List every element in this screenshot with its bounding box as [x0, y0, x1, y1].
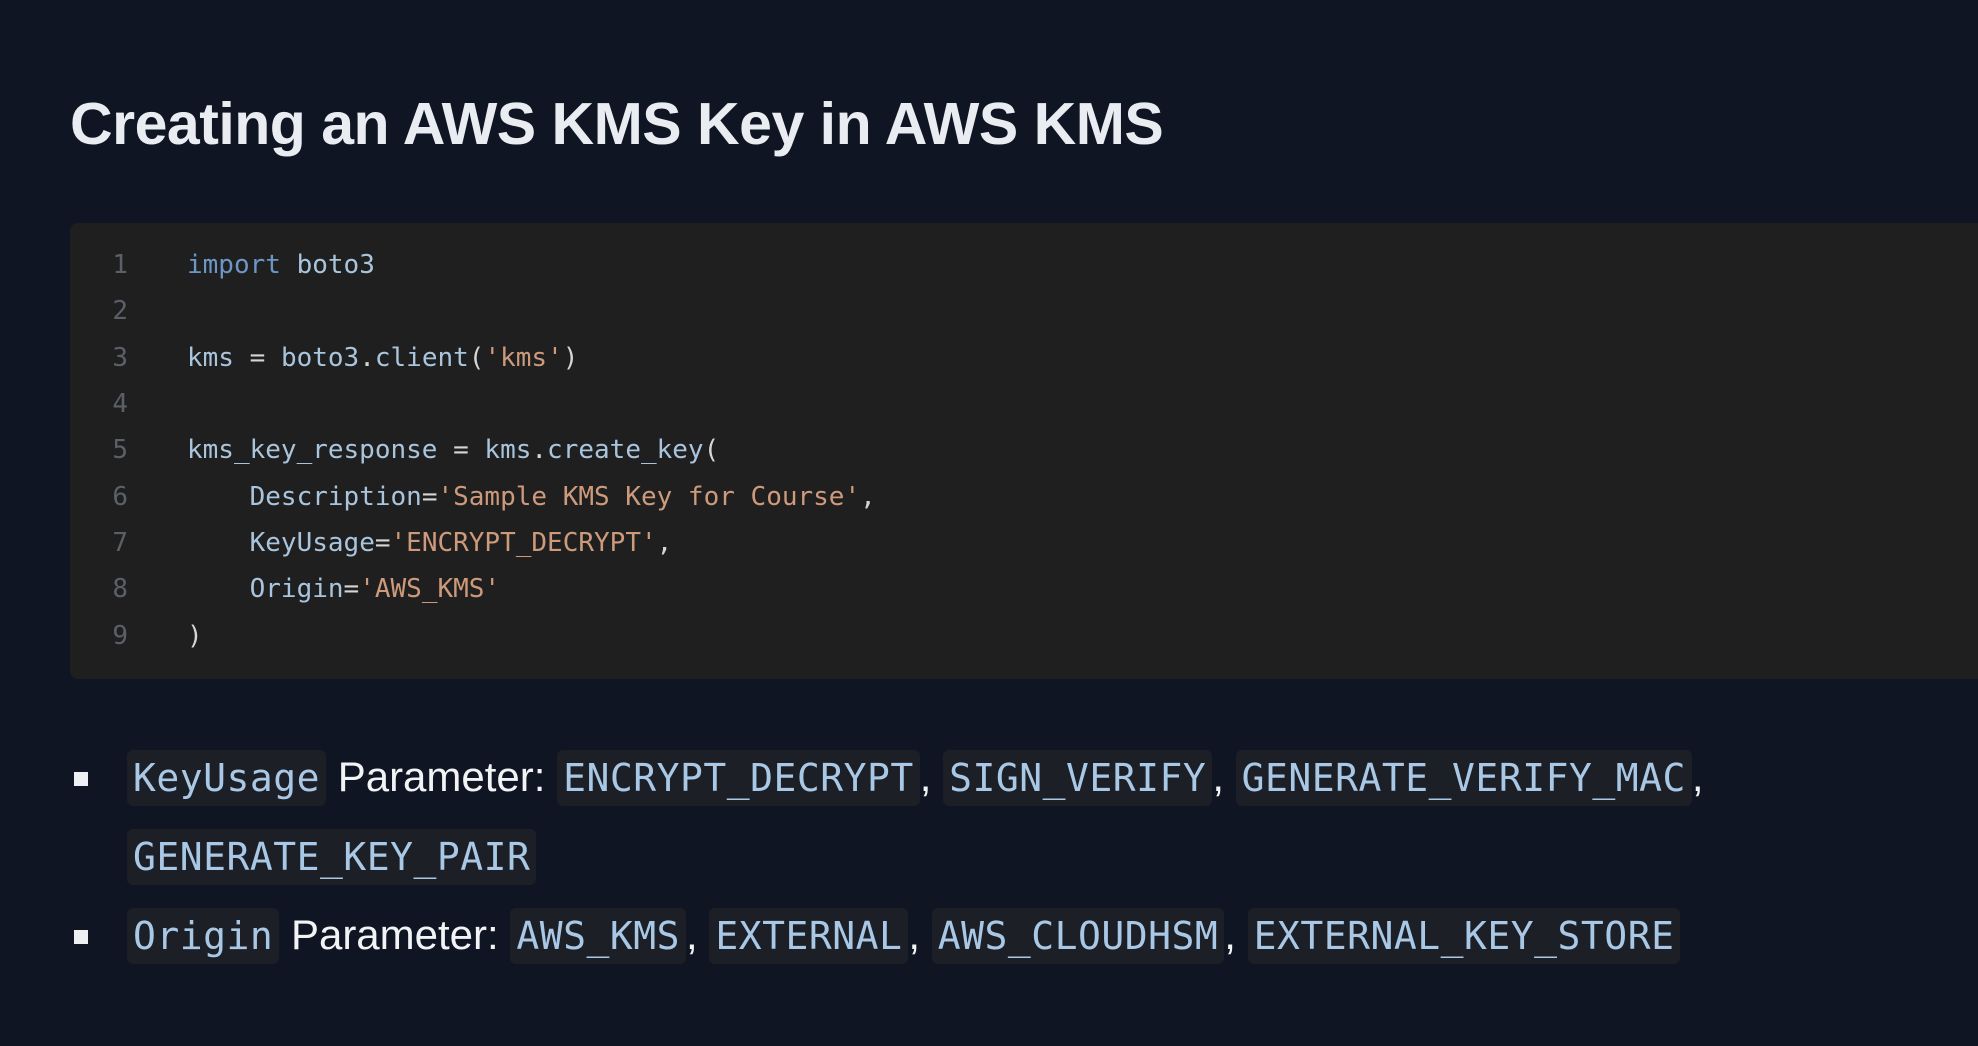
code-line-3: 3 kms = boto3.client('kms')	[70, 335, 1978, 381]
code-punctuation: .	[359, 342, 375, 373]
line-number: 7	[112, 527, 128, 558]
code-line-9: 9 )	[70, 612, 1978, 658]
code-identifier: kms	[484, 435, 532, 466]
line-number: 8	[112, 574, 128, 605]
line-number: 4	[112, 389, 128, 420]
inline-code-value: EXTERNAL	[709, 908, 909, 964]
code-punctuation: ,	[860, 481, 876, 512]
code-punctuation: )	[562, 342, 579, 373]
inline-code-value: EXTERNAL_KEY_STORE	[1247, 908, 1681, 964]
code-keyword: import	[187, 250, 281, 281]
page-title: Creating an AWS KMS Key in AWS KMS	[70, 91, 1164, 157]
code-operator: =	[374, 527, 391, 558]
parameter-list: KeyUsage Parameter: ENCRYPT_DECRYPT, SIG…	[70, 738, 1978, 975]
code-line-7: 7 KeyUsage='ENCRYPT_DECRYPT',	[70, 520, 1978, 566]
line-number: 9	[112, 620, 128, 651]
code-parameter: Origin	[249, 574, 344, 605]
code-punctuation: )	[187, 620, 203, 651]
code-operator: =	[421, 481, 438, 512]
code-line-4: 4	[70, 381, 1978, 427]
square-bullet-icon	[74, 772, 88, 786]
line-number: 5	[112, 435, 128, 466]
code-line-2: 2	[70, 288, 1978, 334]
code-line-5: 5 kms_key_response = kms.create_key(	[70, 427, 1978, 473]
inline-code-value: AWS_CLOUDHSM	[931, 908, 1225, 964]
code-identifier: kms_key_response	[187, 435, 438, 466]
code-block: 1 import boto3 2 3 kms = boto3.client('k…	[70, 223, 1978, 679]
separator: ,	[919, 753, 944, 800]
code-function: client	[374, 342, 469, 373]
separator: ,	[686, 911, 710, 958]
line-number: 3	[112, 342, 128, 373]
code-operator: =	[233, 342, 281, 373]
line-number: 6	[112, 481, 128, 512]
code-string: 'AWS_KMS'	[359, 574, 501, 605]
code-punctuation: (	[703, 435, 720, 466]
code-operator: =	[343, 574, 360, 605]
code-punctuation: (	[468, 342, 485, 373]
code-punctuation: .	[531, 435, 548, 466]
code-string: 'kms'	[484, 342, 563, 373]
code-function: create_key	[547, 435, 704, 466]
list-item-origin: Origin Parameter: AWS_KMS, EXTERNAL, AWS…	[70, 896, 1867, 975]
separator: ,	[1212, 753, 1236, 800]
line-number: 2	[112, 296, 128, 327]
inline-code-param-name: Origin	[127, 908, 280, 964]
list-item-keyusage: KeyUsage Parameter: ENCRYPT_DECRYPT, SIG…	[70, 738, 1867, 896]
code-string: 'Sample KMS Key for Course'	[437, 481, 861, 512]
code-parameter: KeyUsage	[249, 527, 375, 558]
inline-code-value: SIGN_VERIFY	[943, 750, 1213, 806]
separator: ,	[1691, 753, 1704, 800]
separator: ,	[908, 911, 932, 958]
square-bullet-icon	[74, 930, 88, 944]
separator: ,	[1224, 911, 1248, 958]
code-punctuation: ,	[656, 527, 673, 558]
code-operator: =	[437, 435, 485, 466]
code-parameter: Description	[249, 481, 422, 512]
param-label: Parameter:	[326, 753, 558, 800]
code-identifier: boto3	[280, 342, 360, 373]
code-line-8: 8 Origin='AWS_KMS'	[70, 566, 1978, 612]
param-label: Parameter:	[279, 911, 511, 958]
code-line-1: 1 import boto3	[70, 242, 1978, 288]
inline-code-value: ENCRYPT_DECRYPT	[557, 750, 920, 806]
line-number: 1	[112, 250, 128, 281]
inline-code-value: GENERATE_KEY_PAIR	[127, 829, 537, 885]
code-identifier: boto3	[296, 250, 375, 281]
inline-code-param-name: KeyUsage	[127, 750, 327, 806]
inline-code-value: AWS_KMS	[510, 908, 687, 964]
code-identifier: kms	[187, 342, 234, 373]
code-string: 'ENCRYPT_DECRYPT'	[390, 527, 657, 558]
code-line-6: 6 Description='Sample KMS Key for Course…	[70, 473, 1978, 519]
inline-code-value: GENERATE_VERIFY_MAC	[1235, 750, 1692, 806]
